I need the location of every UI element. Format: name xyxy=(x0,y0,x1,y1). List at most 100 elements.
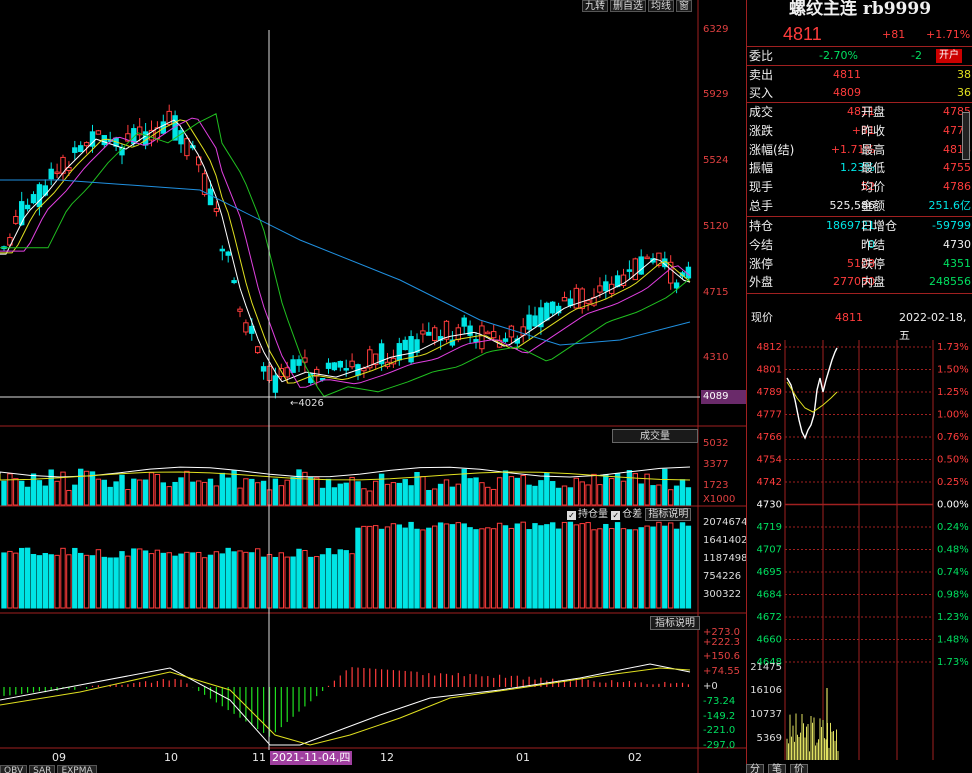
oi-bar xyxy=(378,528,385,609)
volume-bar xyxy=(396,482,403,506)
oi-bar xyxy=(314,556,320,609)
candle-body xyxy=(561,297,568,302)
ma10-line xyxy=(0,119,691,384)
volume-bar xyxy=(408,485,414,506)
volume-bar xyxy=(597,484,603,506)
kline-chart-area[interactable] xyxy=(0,0,746,773)
candle-body xyxy=(36,184,43,208)
oi-diff-checkbox[interactable]: ✓ 仓差 xyxy=(611,509,642,520)
volume-bar xyxy=(603,474,609,506)
candle-body xyxy=(213,208,220,213)
oi-bar xyxy=(290,556,296,609)
volume-bar xyxy=(125,488,131,506)
tab-jiuzhuan[interactable]: 九转 xyxy=(582,0,608,12)
volume-bar xyxy=(325,478,332,506)
volume-bar xyxy=(284,479,290,506)
macd-dea-line xyxy=(0,667,691,746)
oi-bar xyxy=(48,554,54,609)
volume-bar xyxy=(308,476,314,506)
oi-bar xyxy=(13,552,19,609)
volume-bar xyxy=(567,487,574,506)
oi-bar xyxy=(148,553,155,609)
tab-minute[interactable]: 分 xyxy=(746,764,764,773)
volume-bar xyxy=(485,486,491,506)
oi-bar xyxy=(496,522,503,609)
oi-bar xyxy=(213,551,220,609)
oi-bar xyxy=(626,529,633,609)
candle-body xyxy=(48,168,54,180)
oi-bar xyxy=(184,551,190,609)
oi-bar xyxy=(137,548,143,609)
oi-bar xyxy=(620,528,627,609)
oi-bar xyxy=(373,525,379,609)
mini-price-label: 4684 xyxy=(757,590,782,601)
mini-price-label: 4719 xyxy=(757,522,782,533)
tab-expma[interactable]: EXPMA xyxy=(57,765,97,773)
tab-window[interactable]: 窗 xyxy=(676,0,692,12)
intraday-mini-chart[interactable]: 4812 1.73% 4801 1.50% 4789 1.25% 4777 1.00% 4766… xyxy=(747,0,972,773)
oi-bar xyxy=(154,549,161,609)
oi-axis-label: 300322 xyxy=(703,589,742,600)
oi-bar xyxy=(302,549,308,609)
oi-bar xyxy=(249,552,255,609)
volume-bar xyxy=(319,487,326,506)
volume-bar xyxy=(668,489,674,506)
oi-bar xyxy=(367,525,373,609)
oi-bar xyxy=(36,555,43,609)
volume-ma-line xyxy=(0,466,691,478)
oi-bar xyxy=(467,527,473,609)
volume-bar xyxy=(555,487,562,506)
oi-bar xyxy=(66,554,72,609)
tab-sar[interactable]: SAR xyxy=(29,765,56,773)
ma60-line xyxy=(0,179,691,346)
mini-price-label: 4742 xyxy=(757,477,782,488)
volume-bar xyxy=(19,480,25,506)
macd-help-button[interactable]: 指标说明 xyxy=(650,616,700,630)
oi-bar xyxy=(72,547,78,609)
oi-bar xyxy=(349,553,355,609)
candle-body xyxy=(237,308,243,312)
tab-price[interactable]: 价 xyxy=(790,764,808,773)
volume-bar xyxy=(107,486,113,506)
candle-body xyxy=(255,346,261,354)
oi-checkbox[interactable]: ✓ 持仓量 xyxy=(567,509,608,520)
candle-body xyxy=(42,185,48,196)
oi-bar xyxy=(272,556,279,609)
volume-bar xyxy=(190,481,196,506)
candle-body xyxy=(54,171,60,175)
tab-moving-average[interactable]: 均线 xyxy=(648,0,674,12)
candle-body xyxy=(603,281,609,292)
volume-bar xyxy=(314,477,320,506)
tab-tick[interactable]: 笔 xyxy=(768,764,786,773)
volume-bar xyxy=(66,489,72,506)
volume-bar xyxy=(42,485,48,506)
oi-bar xyxy=(78,552,84,609)
oi-bar xyxy=(319,554,326,609)
oi-bar xyxy=(656,521,662,609)
tab-remove-favorite[interactable]: 删自选 xyxy=(610,0,646,12)
macd-axis-label: -221.0 xyxy=(703,725,736,736)
oi-bar xyxy=(420,529,426,609)
oi-bar xyxy=(237,550,243,609)
oi-bar xyxy=(89,555,96,609)
candle-body xyxy=(184,138,190,157)
toolbar-tabs: 九转 删自选 均线 窗 xyxy=(582,0,692,12)
panel-scrollbar[interactable] xyxy=(962,112,970,160)
oi-bar xyxy=(113,557,119,609)
volume-legend-button[interactable]: 成交量 xyxy=(612,429,698,443)
oi-help-button[interactable]: 指标说明 xyxy=(645,508,692,521)
tab-obv[interactable]: OBV xyxy=(0,765,28,773)
volume-bar xyxy=(349,476,355,506)
mini-price-label: 4707 xyxy=(757,545,782,556)
oi-bar xyxy=(278,552,285,609)
oi-bar xyxy=(550,522,556,609)
candle-body xyxy=(508,325,515,338)
oi-bar xyxy=(396,524,403,609)
volume-bar xyxy=(213,485,220,506)
volume-bar xyxy=(502,470,509,506)
mini-price-label: 4672 xyxy=(757,612,782,623)
oi-bar xyxy=(308,556,314,609)
oi-bar xyxy=(225,547,231,609)
oi-bar xyxy=(638,527,644,609)
oi-bar xyxy=(361,525,367,609)
